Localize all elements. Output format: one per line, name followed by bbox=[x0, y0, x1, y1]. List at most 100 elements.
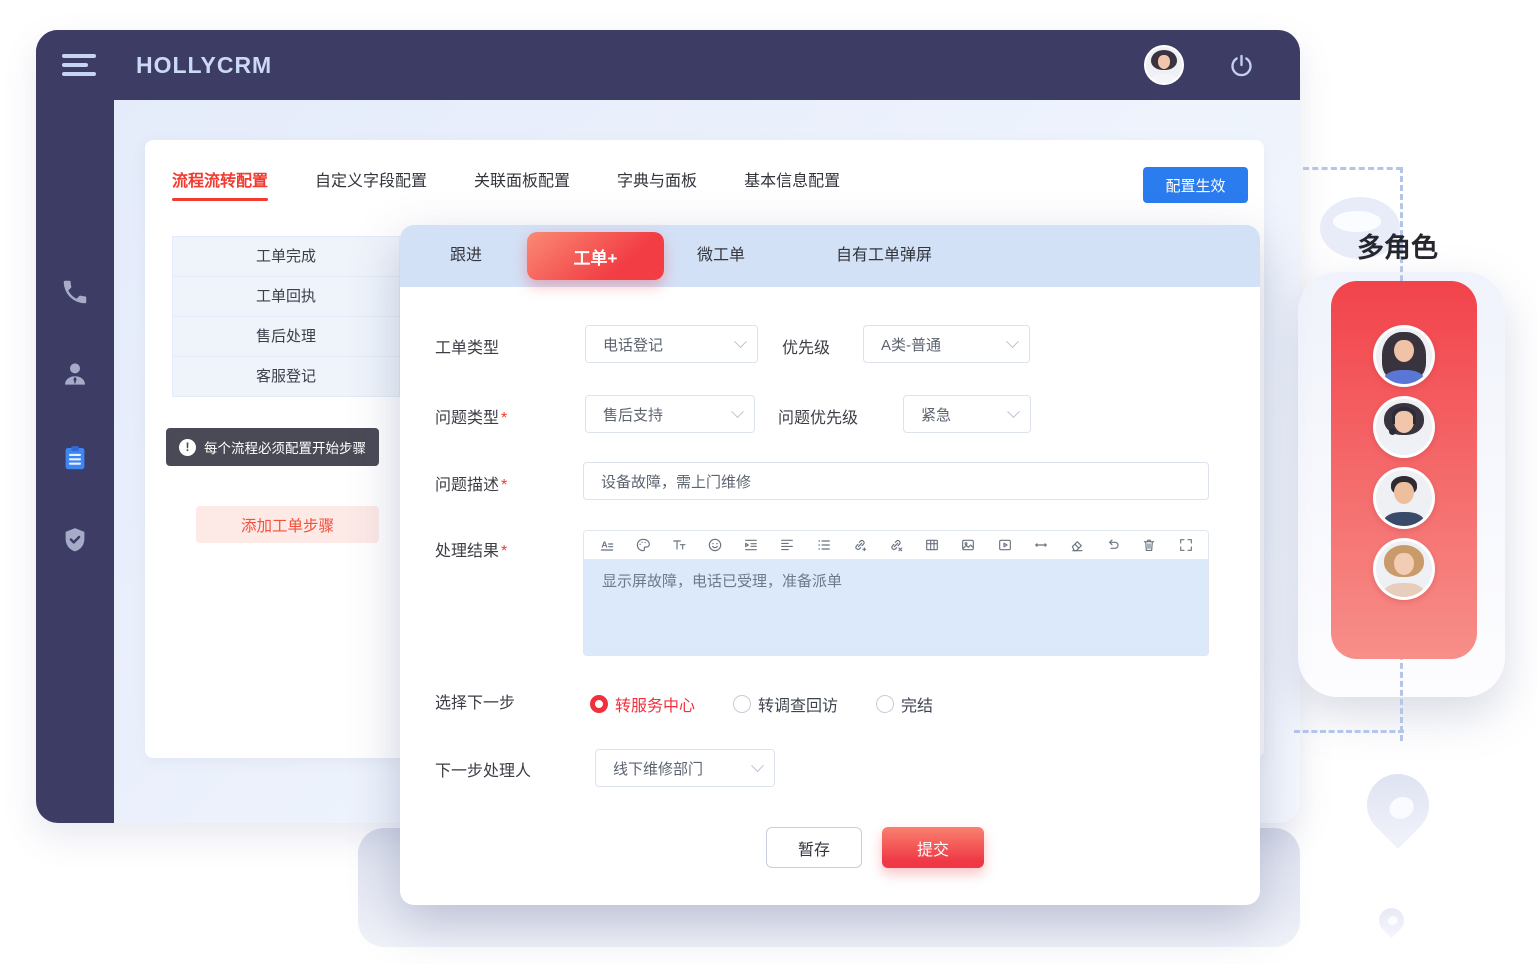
teardrop-decoration-small bbox=[1374, 903, 1409, 938]
emoji-icon[interactable] bbox=[707, 537, 724, 554]
radio-finish[interactable]: 完结 bbox=[876, 692, 933, 716]
user-icon[interactable] bbox=[60, 359, 90, 389]
hamburger-menu-icon[interactable] bbox=[62, 54, 102, 78]
teardrop-decoration bbox=[1354, 761, 1442, 849]
issue-desc-label: 问题描述* bbox=[435, 471, 507, 495]
agent-avatar-headset[interactable] bbox=[1373, 396, 1435, 458]
clipboard-icon[interactable] bbox=[60, 443, 90, 473]
avatar-body bbox=[1384, 370, 1423, 387]
dashed-line-bottom bbox=[1294, 730, 1404, 733]
fullscreen-icon[interactable] bbox=[1177, 537, 1194, 554]
agent-avatar-female-2[interactable] bbox=[1373, 538, 1435, 600]
agent-avatar-male[interactable] bbox=[1373, 467, 1435, 529]
issue-type-label: 问题类型* bbox=[435, 404, 507, 428]
role-panel-label: 多角色 bbox=[1357, 226, 1438, 265]
avatar-body bbox=[1384, 512, 1423, 529]
priority-select[interactable]: A类-普通 bbox=[863, 325, 1030, 363]
tab-flow-config[interactable]: 流程流转配置 bbox=[172, 167, 268, 191]
phone-icon[interactable] bbox=[60, 277, 90, 307]
chevron-down-icon bbox=[751, 759, 764, 772]
text-style-icon[interactable]: A bbox=[598, 537, 615, 554]
undo-icon[interactable] bbox=[1105, 537, 1122, 554]
screen: HOLLYCRM 流程流转配置 自定义字段配置 关联面板配置 字典与面板 基本信… bbox=[0, 0, 1537, 964]
ticket-type-select[interactable]: 电话登记 bbox=[585, 325, 758, 363]
step-row[interactable]: 售后处理 bbox=[173, 317, 399, 357]
align-icon[interactable] bbox=[779, 537, 796, 554]
shield-check-icon[interactable] bbox=[60, 525, 90, 555]
tab-follow-up[interactable]: 跟进 bbox=[450, 225, 482, 287]
result-editor-body[interactable]: 显示屏故障，电话已受理，准备派单 bbox=[584, 560, 1208, 655]
indent-icon[interactable] bbox=[743, 537, 760, 554]
video-icon[interactable] bbox=[996, 537, 1013, 554]
radio-icon bbox=[876, 695, 894, 713]
tab-micro-ticket[interactable]: 微工单 bbox=[697, 225, 745, 287]
tab-custom-fields[interactable]: 自定义字段配置 bbox=[315, 167, 427, 191]
add-step-button[interactable]: 添加工单步骤 bbox=[196, 506, 379, 543]
priority-label: 优先级 bbox=[782, 334, 830, 358]
issue-priority-select[interactable]: 紧急 bbox=[903, 395, 1031, 433]
submit-button[interactable]: 提交 bbox=[882, 827, 984, 868]
chevron-down-icon bbox=[1007, 405, 1020, 418]
list-icon[interactable] bbox=[815, 537, 832, 554]
avatar-face bbox=[1394, 340, 1413, 362]
flow-tooltip: ! 每个流程必须配置开始步骤 bbox=[166, 428, 379, 466]
issue-desc-input[interactable]: 设备故障，需上门维修 bbox=[583, 462, 1209, 500]
radio-label: 完结 bbox=[901, 692, 933, 716]
avatar-face bbox=[1394, 553, 1413, 575]
headset-icon bbox=[1392, 407, 1416, 424]
user-avatar[interactable] bbox=[1144, 45, 1184, 85]
next-handler-select[interactable]: 线下维修部门 bbox=[595, 749, 775, 787]
agent-avatar-female[interactable] bbox=[1373, 325, 1435, 387]
image-icon[interactable] bbox=[960, 537, 977, 554]
tab-ticket-plus[interactable]: 工单+ bbox=[527, 232, 664, 280]
ticket-type-label: 工单类型 bbox=[435, 334, 499, 358]
flow-tooltip-text: 每个流程必须配置开始步骤 bbox=[204, 437, 366, 457]
tab-linked-panel[interactable]: 关联面板配置 bbox=[474, 167, 570, 191]
delete-icon[interactable] bbox=[1141, 537, 1158, 554]
table-icon[interactable] bbox=[924, 537, 941, 554]
radio-label: 转服务中心 bbox=[615, 692, 695, 716]
step-row[interactable]: 工单回执 bbox=[173, 277, 399, 317]
next-step-label: 选择下一步 bbox=[435, 689, 515, 713]
font-size-icon[interactable] bbox=[670, 537, 687, 554]
ticket-modal: 跟进 工单+ 微工单 自有工单弹屏 工单类型 电话登记 优先级 A类-普通 问题… bbox=[400, 225, 1260, 905]
dashed-line-top bbox=[1303, 167, 1402, 170]
add-link-icon[interactable] bbox=[851, 537, 868, 554]
radio-selected-icon bbox=[590, 695, 608, 713]
step-row[interactable]: 客服登记 bbox=[173, 357, 399, 397]
sidebar bbox=[36, 30, 114, 823]
radio-service-center[interactable]: 转服务中心 bbox=[590, 692, 695, 716]
tab-basic-info[interactable]: 基本信息配置 bbox=[744, 167, 840, 191]
remove-link-icon[interactable] bbox=[888, 537, 905, 554]
avatar-face bbox=[1158, 55, 1170, 69]
avatar-body bbox=[1384, 583, 1423, 600]
next-step-radio-group: 转服务中心 转调查回访 完结 bbox=[590, 692, 933, 716]
result-editor: A 显示屏故障，电话已受理，准备派单 bbox=[583, 530, 1209, 656]
tab-own-ticket-popup[interactable]: 自有工单弹屏 bbox=[836, 225, 932, 287]
radio-icon bbox=[733, 695, 751, 713]
tab-dictionary-panel[interactable]: 字典与面板 bbox=[617, 167, 697, 191]
avatar-face bbox=[1394, 482, 1413, 504]
config-tabs: 流程流转配置 自定义字段配置 关联面板配置 字典与面板 基本信息配置 bbox=[172, 167, 840, 191]
issue-type-select[interactable]: 售后支持 bbox=[585, 395, 755, 433]
radio-survey-callback[interactable]: 转调查回访 bbox=[733, 692, 838, 716]
role-panel bbox=[1331, 281, 1477, 659]
chevron-down-icon bbox=[1006, 335, 1019, 348]
avatar-body bbox=[1151, 74, 1176, 85]
app-title: HOLLYCRM bbox=[136, 52, 272, 79]
eraser-icon[interactable] bbox=[1068, 537, 1085, 554]
chevron-down-icon bbox=[734, 335, 747, 348]
power-icon[interactable] bbox=[1228, 52, 1255, 79]
next-handler-label: 下一步处理人 bbox=[435, 757, 531, 781]
avatar-body bbox=[1384, 441, 1423, 458]
editor-toolbar: A bbox=[584, 531, 1208, 560]
issue-priority-label: 问题优先级 bbox=[778, 404, 858, 428]
divider-icon[interactable] bbox=[1032, 537, 1049, 554]
chevron-down-icon bbox=[731, 405, 744, 418]
save-draft-button[interactable]: 暂存 bbox=[766, 827, 862, 868]
radio-label: 转调查回访 bbox=[758, 692, 838, 716]
palette-icon[interactable] bbox=[634, 537, 651, 554]
step-row[interactable]: 工单完成 bbox=[173, 237, 399, 277]
apply-config-button[interactable]: 配置生效 bbox=[1143, 167, 1248, 203]
step-list: 工单完成工单回执售后处理客服登记 bbox=[172, 236, 400, 397]
